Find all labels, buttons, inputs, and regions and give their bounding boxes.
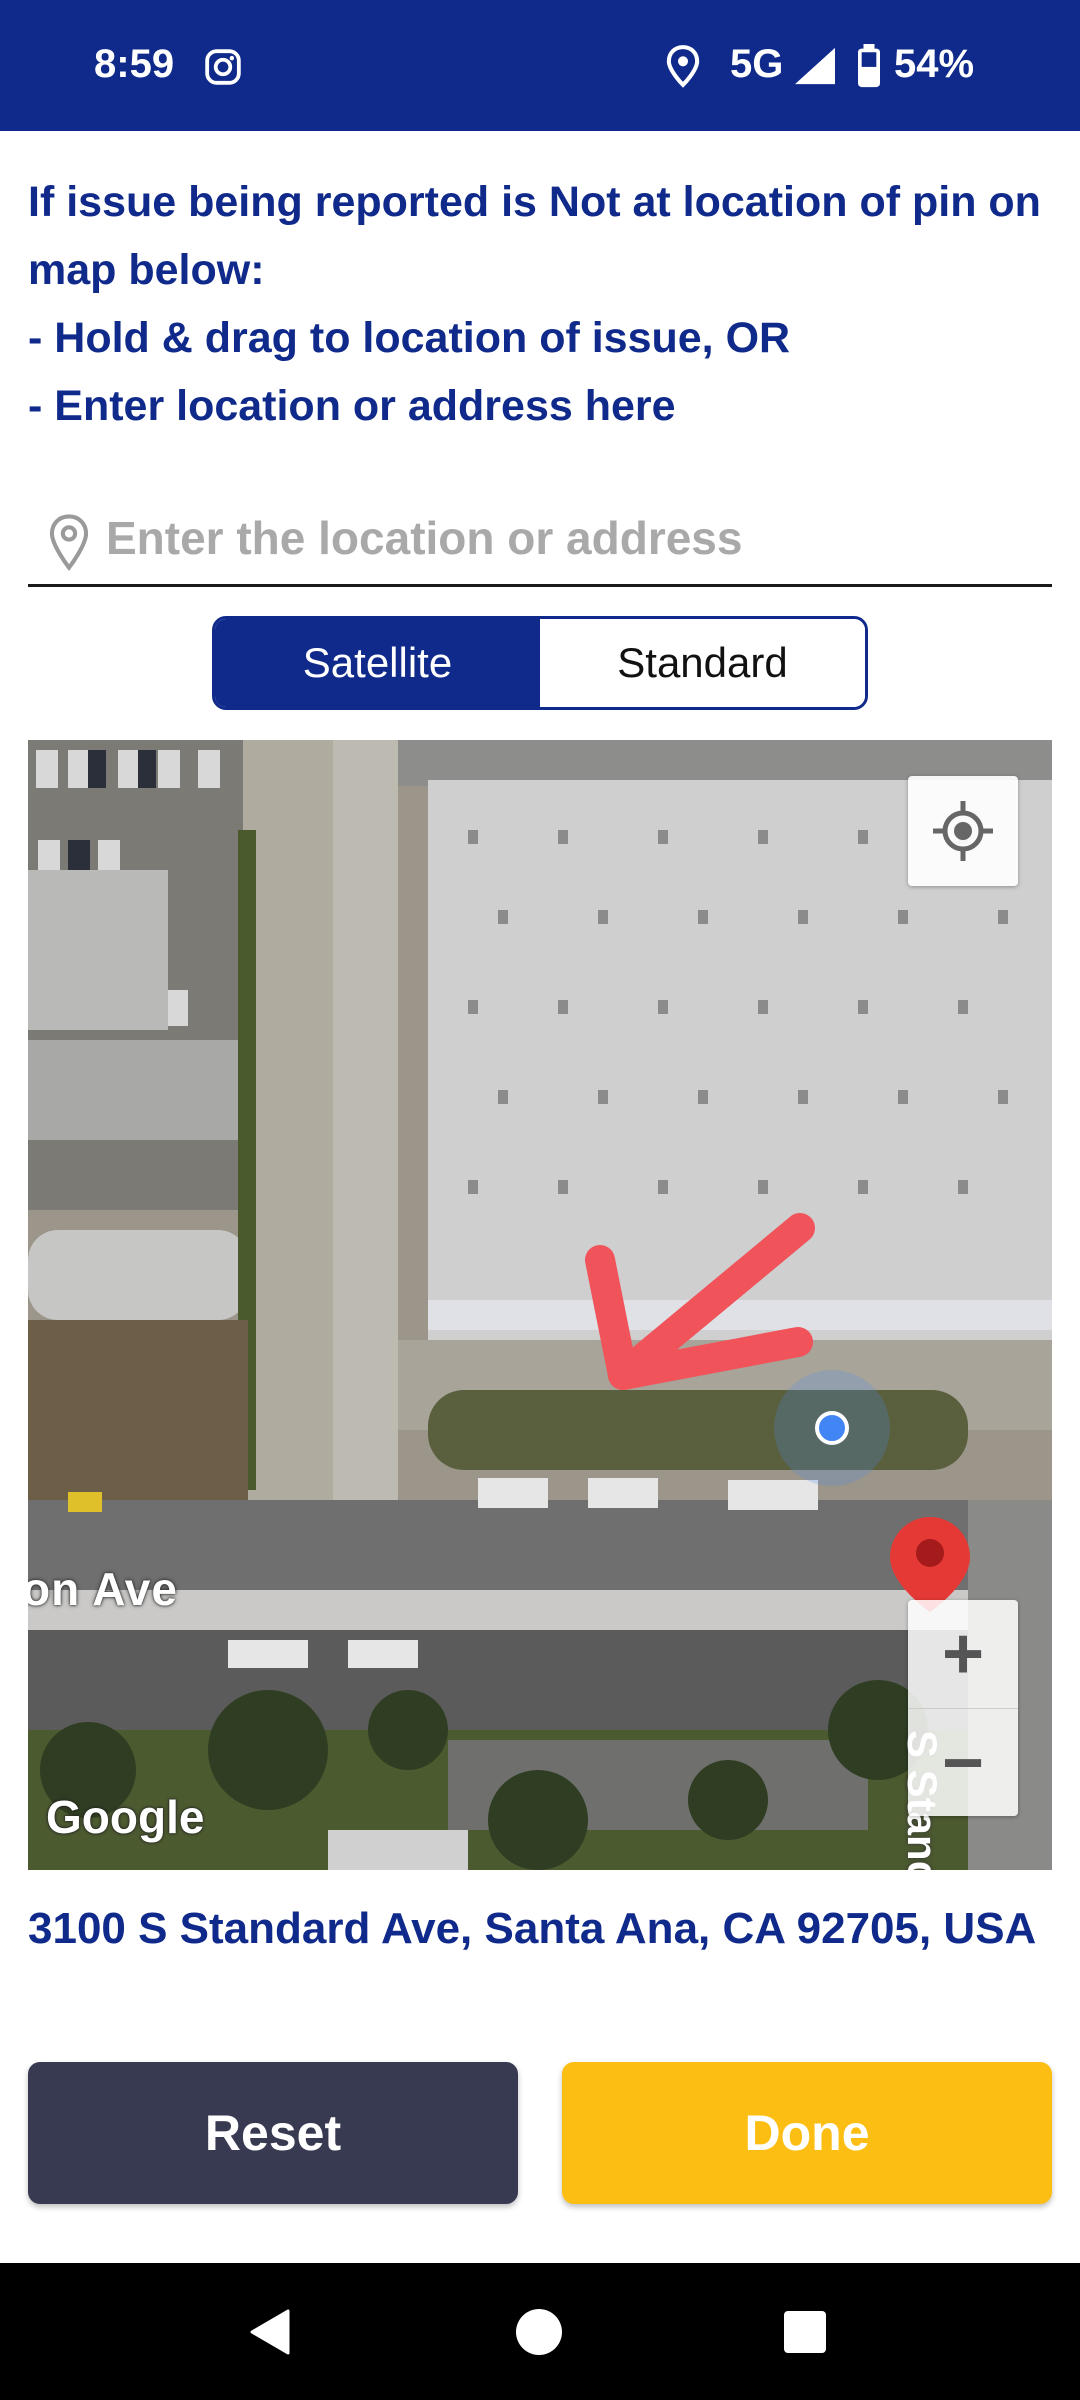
selected-address: 3100 S Standard Ave, Santa Ana, CA 92705… [28, 1904, 1037, 1953]
map-pin-icon [49, 514, 89, 571]
my-location-button[interactable] [908, 776, 1018, 886]
user-location-dot [815, 1411, 849, 1445]
satellite-tab[interactable]: Satellite [215, 619, 540, 707]
system-nav-bar [0, 2263, 1080, 2400]
network-type: 5G [730, 42, 784, 86]
google-logo: Google [46, 1791, 205, 1843]
instruction-line: - Hold & drag to location of issue, OR [28, 314, 791, 362]
status-time: 8:59 [94, 42, 175, 86]
instagram-icon [205, 49, 241, 85]
street-label: on Ave [28, 1563, 178, 1615]
location-input[interactable] [106, 505, 1036, 571]
crosshair-icon [933, 801, 993, 861]
status-bar: 8:59 5G 54% [0, 0, 1080, 131]
instruction-line: - Enter location or address here [28, 382, 676, 430]
back-icon[interactable] [246, 2307, 296, 2357]
signal-icon [795, 47, 835, 85]
zoom-out-button[interactable]: − [908, 1708, 1018, 1816]
instruction-line: If issue being reported is Not at locati… [28, 178, 1041, 294]
home-icon[interactable] [514, 2307, 564, 2357]
standard-tab[interactable]: Standard [540, 619, 865, 707]
instructions: If issue being reported is Not at locati… [28, 168, 1058, 440]
done-button[interactable]: Done [562, 2062, 1052, 2204]
battery-icon [858, 44, 880, 88]
map-type-toggle: Satellite Standard [212, 616, 868, 710]
recents-icon[interactable] [782, 2309, 828, 2355]
location-search [28, 495, 1052, 587]
reset-button[interactable]: Reset [28, 2062, 518, 2204]
battery-percent: 54% [894, 42, 975, 86]
location-icon [666, 45, 700, 88]
map-view[interactable]: on Ave S Standa Google + − [28, 740, 1052, 1870]
satellite-imagery [28, 740, 1052, 1870]
zoom-in-button[interactable]: + [908, 1600, 1018, 1708]
zoom-controls: + − [908, 1600, 1018, 1816]
